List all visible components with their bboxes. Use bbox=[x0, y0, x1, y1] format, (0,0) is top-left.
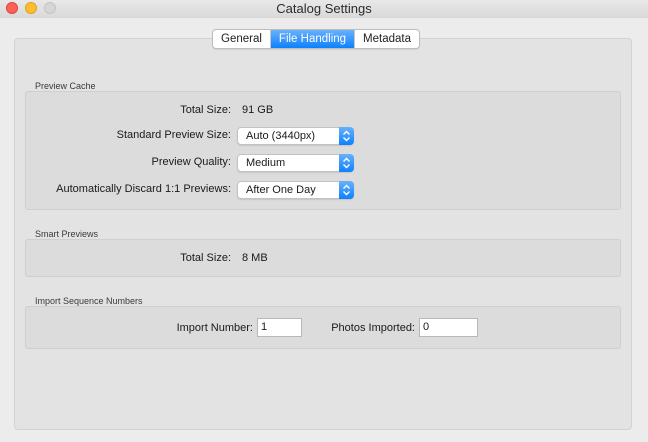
preview-quality-label: Preview Quality: bbox=[151, 156, 231, 168]
title-bar: Catalog Settings bbox=[0, 0, 648, 18]
preview-quality-value: Medium bbox=[246, 157, 286, 169]
preview-cache-total-size-label: Total Size: bbox=[180, 104, 231, 116]
import-number-input[interactable]: 1 bbox=[257, 318, 302, 337]
photos-imported-label: Photos Imported: bbox=[331, 322, 415, 334]
preview-quality-select[interactable]: Medium bbox=[237, 154, 354, 172]
import-sequence-section-label: Import Sequence Numbers bbox=[35, 296, 143, 306]
popup-arrows-icon bbox=[339, 181, 354, 199]
preview-cache-total-size-value: 91 GB bbox=[242, 104, 274, 116]
standard-preview-size-value: Auto (3440px) bbox=[246, 130, 316, 142]
standard-preview-size-select[interactable]: Auto (3440px) bbox=[237, 127, 354, 145]
tab-general[interactable]: General bbox=[213, 30, 271, 48]
popup-arrows-icon bbox=[339, 127, 354, 145]
auto-discard-label: Automatically Discard 1:1 Previews: bbox=[56, 183, 231, 195]
auto-discard-value: After One Day bbox=[246, 184, 316, 196]
smart-previews-total-size-value: 8 MB bbox=[242, 252, 268, 264]
window-title: Catalog Settings bbox=[276, 1, 372, 16]
preview-cache-section-label: Preview Cache bbox=[35, 81, 96, 91]
tab-file-handling[interactable]: File Handling bbox=[270, 30, 356, 48]
popup-arrows-icon bbox=[339, 154, 354, 172]
photos-imported-input[interactable]: 0 bbox=[419, 318, 478, 337]
import-number-value: 1 bbox=[261, 321, 268, 333]
import-number-label: Import Number: bbox=[176, 322, 253, 334]
import-sequence-group bbox=[25, 306, 621, 349]
auto-discard-select[interactable]: After One Day bbox=[237, 181, 354, 199]
photos-imported-value: 0 bbox=[423, 321, 430, 333]
tab-metadata[interactable]: Metadata bbox=[355, 30, 419, 48]
smart-previews-total-size-label: Total Size: bbox=[180, 252, 231, 264]
standard-preview-size-label: Standard Preview Size: bbox=[116, 129, 231, 141]
smart-previews-section-label: Smart Previews bbox=[35, 229, 99, 239]
tab-bar: General File Handling Metadata bbox=[212, 29, 420, 49]
smart-previews-group bbox=[25, 239, 621, 277]
